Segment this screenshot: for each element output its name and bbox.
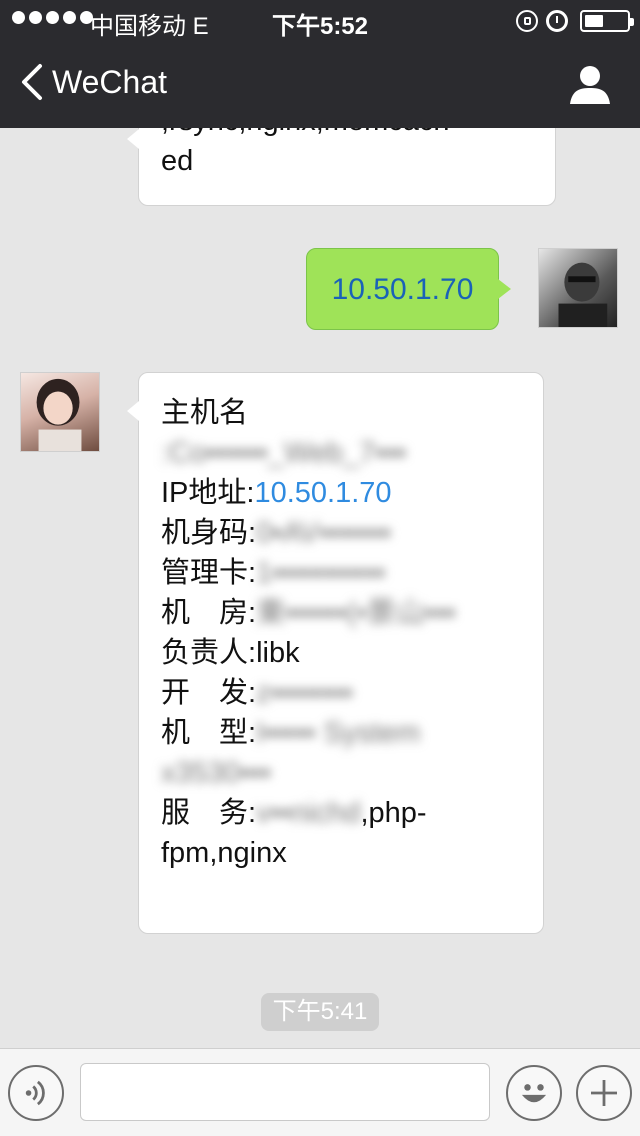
status-bar: 中国移动 E 下午5:52 [0,0,640,40]
room-value: 東▪▪▪▪▪▪(▪景山▪▪▪ [256,597,456,629]
battery-icon [580,10,634,32]
rotation-lock-icon [516,10,538,32]
nav-bar: WeChat [0,40,640,128]
room-row: 机 房:東▪▪▪▪▪▪(▪景山▪▪▪ [161,593,521,633]
mgmt-label: 管理卡: [161,557,257,589]
avatar-image [36,378,82,451]
owner-label: 负责人: [161,637,257,669]
model-label: 机 型: [161,717,257,749]
ip-link[interactable]: 10.50.1.70 [254,477,391,509]
hostname-label: 主机名 [161,397,249,429]
smiley-icon [521,1084,547,1103]
plus-icon [591,1080,617,1106]
contact-avatar[interactable] [20,372,100,452]
back-button[interactable]: WeChat [18,62,167,102]
serial-value: 0▪AV▪▪▪▪▪▪▪ [256,517,391,549]
hostname-row: 主机名 [161,393,521,433]
ip-row: IP地址:10.50.1.70 [161,473,521,513]
top-bar: 中国移动 E 下午5:52 WeChat [0,0,640,128]
timestamp-badge: 下午5:41 [261,993,379,1031]
voice-button[interactable] [8,1065,64,1121]
avatar-image [558,262,608,327]
hostname-value-row: :Co▪▪▪▪▪▪_Web_7▪▪▪ [161,433,521,473]
emoji-button[interactable] [506,1065,562,1121]
message-bubble-outgoing[interactable]: 10.50.1.70 [306,248,511,330]
voice-icon [25,1080,45,1106]
mgmt-row: 管理卡:1▪▪▪▪▪▪▪▪▪▪▪ [161,553,521,593]
dev-row: 开 发:z▪▪▪▪▪▪▪▪ [161,673,521,713]
service-row: 服 务:v▪▪nichd,php-fpm,nginx [161,793,521,873]
mgmt-value: 1▪▪▪▪▪▪▪▪▪▪▪ [256,557,386,589]
model-row: 机 型:I▪▪▪▪▪ System x3530▪▪▪ [161,713,521,793]
service-value-blurred: v▪▪nichd [256,797,361,829]
message-bubble-incoming[interactable]: 主机名 :Co▪▪▪▪▪▪_Web_7▪▪▪ IP地址:10.50.1.70 机… [127,372,544,934]
more-button[interactable] [576,1065,632,1121]
ip-label: IP地址: [161,477,255,509]
dev-value: z▪▪▪▪▪▪▪▪ [256,677,353,709]
owner-value: libk [256,637,300,669]
service-label: 服 务: [161,797,257,829]
alarm-icon [546,10,568,32]
message-text: 10.50.1.70 [331,273,474,306]
profile-icon[interactable] [568,62,612,106]
message-input[interactable] [80,1063,490,1121]
message-line: ed [161,145,194,177]
room-label: 机 房: [161,597,257,629]
hostname-value: :Co▪▪▪▪▪▪_Web_7▪▪▪ [161,437,407,469]
chevron-left-icon [22,64,42,100]
my-avatar[interactable] [538,248,618,328]
dev-label: 开 发: [161,677,257,709]
input-bar [0,1048,640,1136]
serial-row: 机身码:0▪AV▪▪▪▪▪▪▪ [161,513,521,553]
status-clock: 下午5:52 [271,13,369,40]
back-label: WeChat [52,63,168,100]
serial-label: 机身码: [161,517,257,549]
owner-row: 负责人:libk [161,633,521,673]
